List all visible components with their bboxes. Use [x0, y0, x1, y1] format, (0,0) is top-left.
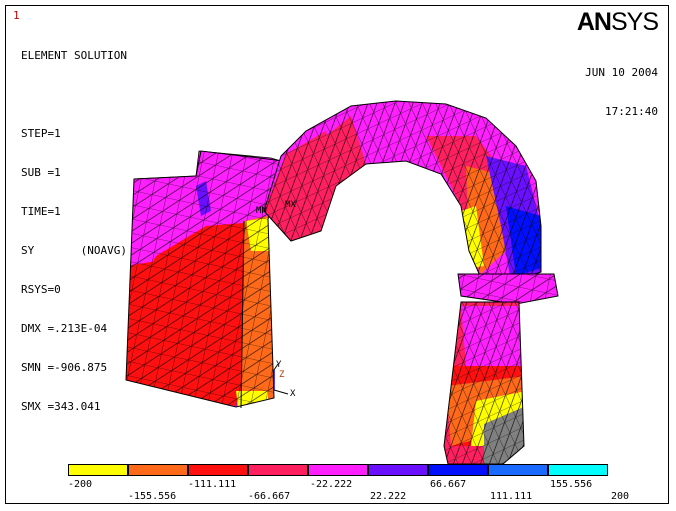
legend-label: -22.222 [310, 479, 353, 490]
axis-z-label: Z [279, 370, 285, 380]
legend-swatch [368, 464, 428, 476]
arch-collar [457, 273, 559, 305]
legend-label: -155.556 [128, 491, 177, 502]
legend-label: 22.222 [370, 491, 407, 502]
legend-label: 111.111 [490, 491, 533, 502]
legend-label: 66.667 [430, 479, 467, 490]
min-marker: MN [256, 206, 267, 216]
legend-swatch [68, 464, 128, 476]
fea-model-view[interactable]: MN MX Y Z X [6, 6, 668, 503]
legend-swatch [128, 464, 188, 476]
legend-swatch [308, 464, 368, 476]
legend-label: -111.111 [188, 479, 237, 490]
axis-x-label: X [290, 389, 296, 399]
axis-triad: Y Z X [273, 360, 296, 399]
right-leg [443, 301, 525, 465]
plot-window: 1 ANSYS ELEMENT SOLUTION STEP=1 SUB =1 T… [5, 5, 669, 504]
legend-label: -66.667 [248, 491, 291, 502]
legend-swatch [428, 464, 488, 476]
max-marker: MX [285, 200, 296, 210]
arch [263, 100, 542, 282]
legend-label: 200 [611, 491, 630, 502]
axis-y-label: Y [276, 360, 282, 370]
legend-label: 155.556 [550, 479, 593, 490]
legend-label: -200 [68, 479, 93, 490]
left-block [125, 150, 285, 409]
legend-swatch [248, 464, 308, 476]
legend-swatch [548, 464, 608, 476]
left-block-front-face [126, 151, 284, 407]
legend-swatch [188, 464, 248, 476]
legend-swatch [488, 464, 548, 476]
